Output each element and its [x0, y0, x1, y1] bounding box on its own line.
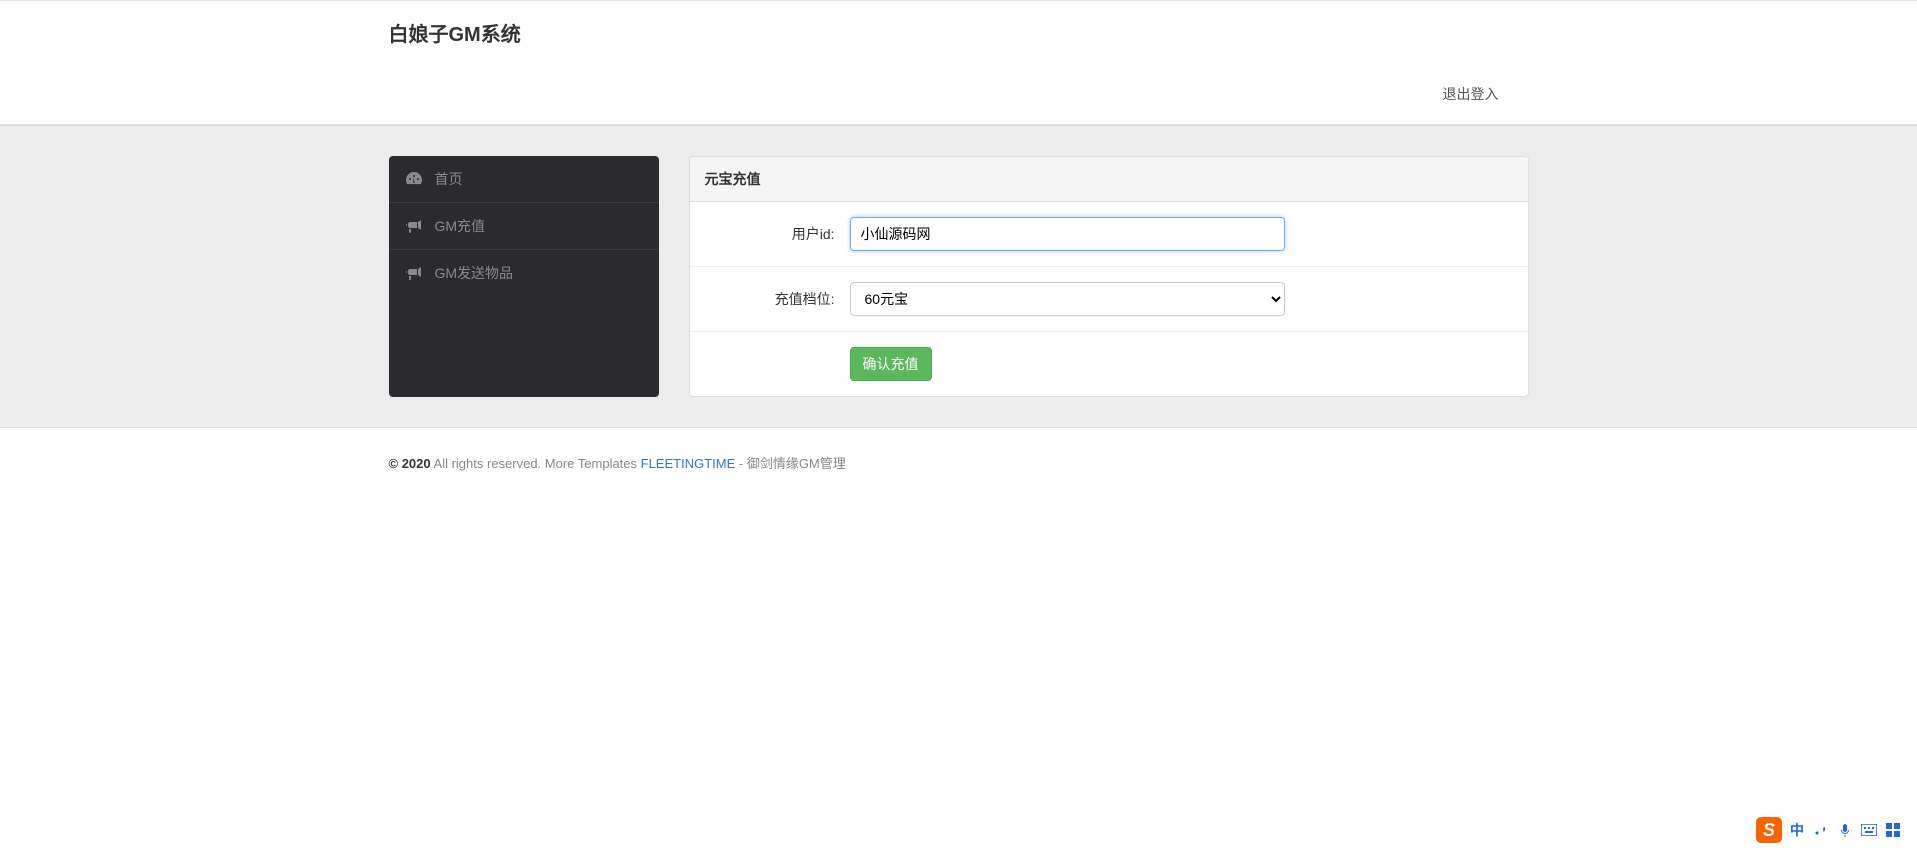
logout-link[interactable]: 退出登入	[1443, 84, 1499, 104]
sidebar-item-home[interactable]: 首页	[389, 156, 659, 203]
sidebar: 首页 GM充值 GM发送物品	[389, 156, 659, 397]
user-id-input[interactable]	[850, 217, 1285, 251]
panel-title: 元宝充值	[690, 157, 1528, 202]
sidebar-item-recharge[interactable]: GM充值	[389, 203, 659, 250]
sidebar-item-send-items[interactable]: GM发送物品	[389, 250, 659, 296]
bullhorn-icon	[405, 219, 423, 233]
sidebar-item-label: GM发送物品	[435, 263, 514, 283]
footer-link[interactable]: FLEETINGTIME	[641, 456, 736, 471]
ime-lang-icon[interactable]: 中	[1788, 821, 1806, 839]
recharge-tier-label: 充值档位:	[705, 289, 850, 309]
ime-grid-icon[interactable]	[1884, 821, 1902, 839]
sidebar-item-label: GM充值	[435, 216, 486, 236]
recharge-tier-select[interactable]: 60元宝	[850, 282, 1285, 316]
ime-keyboard-icon[interactable]	[1860, 821, 1878, 839]
app-title: 白娘子GM系统	[389, 1, 1529, 64]
confirm-recharge-button[interactable]: 确认充值	[850, 347, 932, 381]
recharge-panel: 元宝充值 用户id: 充值档位: 60元宝	[689, 156, 1529, 397]
copyright: © 2020	[389, 456, 431, 471]
sidebar-item-label: 首页	[435, 169, 463, 189]
bullhorn-icon	[405, 266, 423, 280]
footer-text: © 2020 All rights reserved. More Templat…	[389, 453, 1529, 472]
ime-logo-icon[interactable]: S	[1756, 817, 1782, 843]
ime-mic-icon[interactable]	[1836, 821, 1854, 839]
ime-toolbar: S 中	[1756, 817, 1902, 843]
dashboard-icon	[405, 172, 423, 186]
user-id-label: 用户id:	[705, 224, 850, 244]
ime-punct-icon[interactable]	[1812, 821, 1830, 839]
